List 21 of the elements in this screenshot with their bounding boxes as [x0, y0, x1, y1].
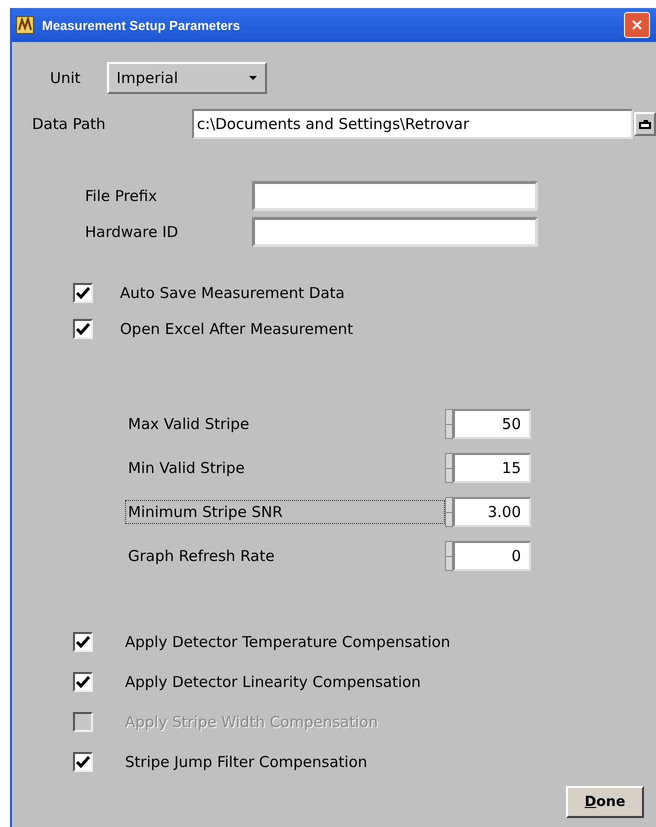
field-label: Max Valid Stripe — [127, 414, 250, 435]
field-label: Min Valid Stripe — [127, 458, 246, 479]
data-path-label: Data Path — [32, 115, 107, 133]
number-field[interactable]: 50 — [453, 409, 531, 439]
checkbox-label: Apply Detector Temperature Compensation — [125, 633, 450, 651]
number-field[interactable]: 0 — [453, 541, 531, 571]
checkbox-label: Stripe Jump Filter Compensation — [125, 753, 368, 771]
checkbox-label: Apply Detector Linearity Compensation — [125, 673, 421, 691]
field-label: Minimum Stripe SNR — [125, 500, 445, 524]
checkbox-label: Auto Save Measurement Data — [120, 284, 345, 302]
unit-label: Unit — [50, 69, 81, 87]
number-field[interactable]: 15 — [453, 453, 531, 483]
done-button[interactable]: Done — [566, 786, 644, 818]
field-label: File Prefix — [85, 187, 158, 205]
field-label: Hardware ID — [85, 223, 180, 241]
path-field[interactable]: c:\Documents and Settings\Retrovar — [192, 109, 634, 139]
checkbox-label: Open Excel After Measurement — [120, 320, 354, 338]
number-field[interactable]: 3.00 — [453, 497, 531, 527]
unit-dropdown[interactable]: Imperial — [106, 62, 267, 94]
field-label: Graph Refresh Rate — [127, 546, 276, 567]
window-title: Measurement Setup Parameters — [42, 18, 241, 32]
